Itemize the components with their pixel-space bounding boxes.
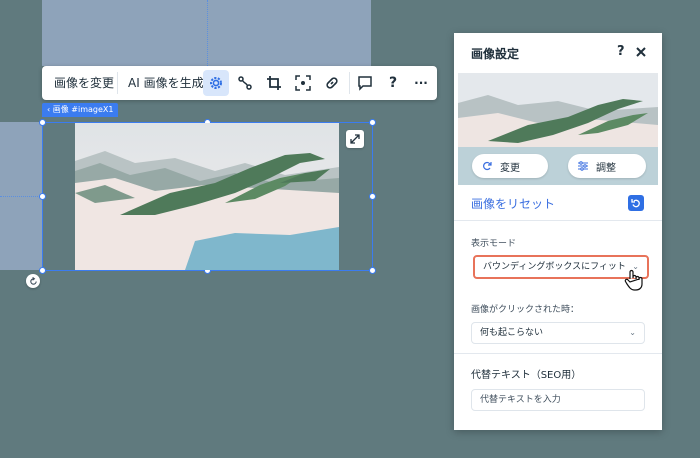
animation-icon <box>238 76 252 90</box>
reset-image-link[interactable]: 画像をリセット <box>471 195 555 212</box>
chevron-down-icon: ⌄ <box>629 328 636 337</box>
alt-text-placeholder: 代替テキストを入力 <box>480 395 561 405</box>
adjust-label: 調整 <box>596 162 616 174</box>
panel-help-button[interactable]: ? <box>617 44 625 59</box>
alt-text-title: 代替テキスト（SEO用） <box>471 370 582 381</box>
sliders-icon <box>578 161 588 171</box>
comment-icon <box>358 76 372 91</box>
resize-handle-top-left[interactable] <box>39 119 46 126</box>
comment-button[interactable] <box>352 70 378 96</box>
help-button[interactable]: ? <box>380 70 406 96</box>
reset-image-row: 画像をリセット <box>454 185 662 221</box>
expand-icon <box>350 134 360 144</box>
refresh-icon <box>483 161 492 171</box>
undo-icon <box>631 199 640 208</box>
focus-button[interactable] <box>290 70 316 96</box>
more-icon: ··· <box>414 76 428 90</box>
on-click-label: 画像がクリックされた時： <box>471 305 580 315</box>
panel-title: 画像設定 <box>471 47 520 61</box>
display-mode-dropdown[interactable]: バウンディングボックスにフィット ⌄ <box>473 255 649 279</box>
settings-button[interactable] <box>203 70 229 96</box>
element-tag[interactable]: ‹ 画像 #imageX1 <box>42 103 119 117</box>
close-button[interactable] <box>634 45 648 59</box>
on-click-dropdown[interactable]: 何も起こらない ⌄ <box>471 322 645 344</box>
on-click-value: 何も起こらない <box>480 328 544 338</box>
landscape-image-graphic <box>75 123 339 270</box>
toolbar-divider <box>349 72 350 94</box>
resize-handle-top-right[interactable] <box>369 119 376 126</box>
close-icon <box>636 47 646 57</box>
animation-button[interactable] <box>232 70 258 96</box>
alt-text-input[interactable]: 代替テキストを入力 <box>471 389 645 411</box>
display-mode-value: バウンディングボックスにフィット <box>483 262 626 272</box>
crop-icon <box>267 76 281 90</box>
expand-button[interactable] <box>346 130 364 148</box>
help-icon: ? <box>388 75 398 91</box>
change-image-preview-button[interactable]: 変更 <box>472 154 548 178</box>
reset-button[interactable] <box>628 195 644 211</box>
toolbar-divider <box>117 72 118 94</box>
section-divider <box>454 353 662 354</box>
hand-cursor-icon <box>624 269 643 291</box>
more-button[interactable]: ··· <box>408 70 434 96</box>
settings-icon <box>210 77 222 89</box>
landscape-image[interactable] <box>75 123 339 270</box>
resize-handle-left[interactable] <box>39 193 46 200</box>
guide-line-vertical <box>207 0 208 66</box>
link-icon <box>326 77 338 89</box>
link-button[interactable] <box>319 70 345 96</box>
focus-icon <box>295 75 311 91</box>
image-toolbar: 画像を変更 AI 画像を生成 ? ··· <box>42 66 437 100</box>
change-label: 変更 <box>500 162 520 174</box>
resize-handle-bottom-right[interactable] <box>369 267 376 274</box>
ai-generate-button[interactable]: AI 画像を生成 <box>128 66 204 100</box>
resize-handle-right[interactable] <box>369 193 376 200</box>
change-image-button[interactable]: 画像を変更 <box>54 66 114 100</box>
image-settings-panel: 画像設定 ? 変更 調整 画像をリセット 表示モード バウンディングボックスにフ… <box>454 33 662 430</box>
adjust-image-button[interactable]: 調整 <box>568 154 646 178</box>
guide-line-horizontal <box>0 196 42 197</box>
resize-handle-bottom-left[interactable] <box>39 267 46 274</box>
rotate-handle[interactable] <box>26 274 40 288</box>
rotate-icon <box>29 276 37 285</box>
display-mode-label: 表示モード <box>471 239 517 249</box>
image-preview: 変更 調整 <box>458 73 658 185</box>
crop-button[interactable] <box>261 70 287 96</box>
